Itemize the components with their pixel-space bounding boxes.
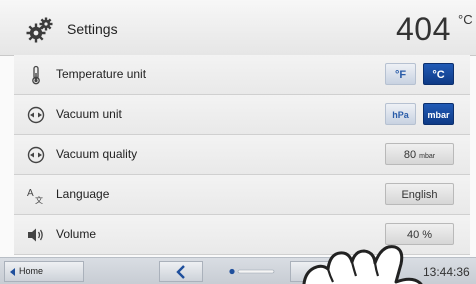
vacuum-quality-button[interactable]: 80 mbar <box>385 143 454 165</box>
svg-text:文: 文 <box>35 195 43 205</box>
vacuum-gauge-icon <box>27 106 45 124</box>
next-button[interactable] <box>290 261 334 282</box>
temperature-unit-display: °C <box>458 12 473 27</box>
home-button[interactable]: Home <box>4 261 84 282</box>
page-title: Settings <box>67 21 118 37</box>
mbar-button[interactable]: mbar <box>423 103 454 125</box>
row-vacuum-quality: Vacuum quality 80 mbar <box>14 135 470 175</box>
row-volume: Volume 40 % <box>14 215 470 255</box>
language-label: Language <box>56 187 110 201</box>
vacuum-gauge-icon <box>27 146 45 164</box>
temperature-unit-label: Temperature unit <box>56 67 147 81</box>
hpa-button[interactable]: hPa <box>385 103 416 125</box>
thermometer-icon <box>32 65 40 85</box>
volume-button[interactable]: 40 % <box>385 223 454 245</box>
vacuum-quality-label: Vacuum quality <box>56 147 138 161</box>
back-button[interactable] <box>159 261 203 282</box>
row-language: A 文 Language English <box>14 175 470 215</box>
clock-display: 13:44:36 <box>423 265 470 279</box>
vacuum-quality-unit: mbar <box>419 153 436 160</box>
vacuum-unit-label: Vacuum unit <box>56 107 122 121</box>
svg-text:A: A <box>27 188 34 199</box>
gear-icon <box>26 17 53 43</box>
home-arrow-icon <box>10 268 15 276</box>
volume-label: Volume <box>56 227 97 241</box>
footer-bar: Home 13:44:36 <box>0 257 476 284</box>
home-button-label: Home <box>19 266 44 276</box>
language-icon: A 文 <box>27 188 43 205</box>
speaker-icon <box>28 228 43 242</box>
page-indicator <box>229 268 275 275</box>
vacuum-quality-value: 80 <box>403 149 417 161</box>
temperature-display: 404 <box>396 11 451 47</box>
row-temperature-unit: Temperature unit °F °C <box>14 55 470 95</box>
fahrenheit-button[interactable]: °F <box>385 63 416 85</box>
chevron-left-icon <box>176 265 185 279</box>
settings-screen: Settings 404 °C Temperature unit °F °C V… <box>0 0 476 284</box>
language-button[interactable]: English <box>385 183 454 205</box>
celsius-button[interactable]: °C <box>423 63 454 85</box>
row-vacuum-unit: Vacuum unit hPa mbar <box>14 95 470 135</box>
header-bar: Settings 404 °C <box>0 0 476 56</box>
